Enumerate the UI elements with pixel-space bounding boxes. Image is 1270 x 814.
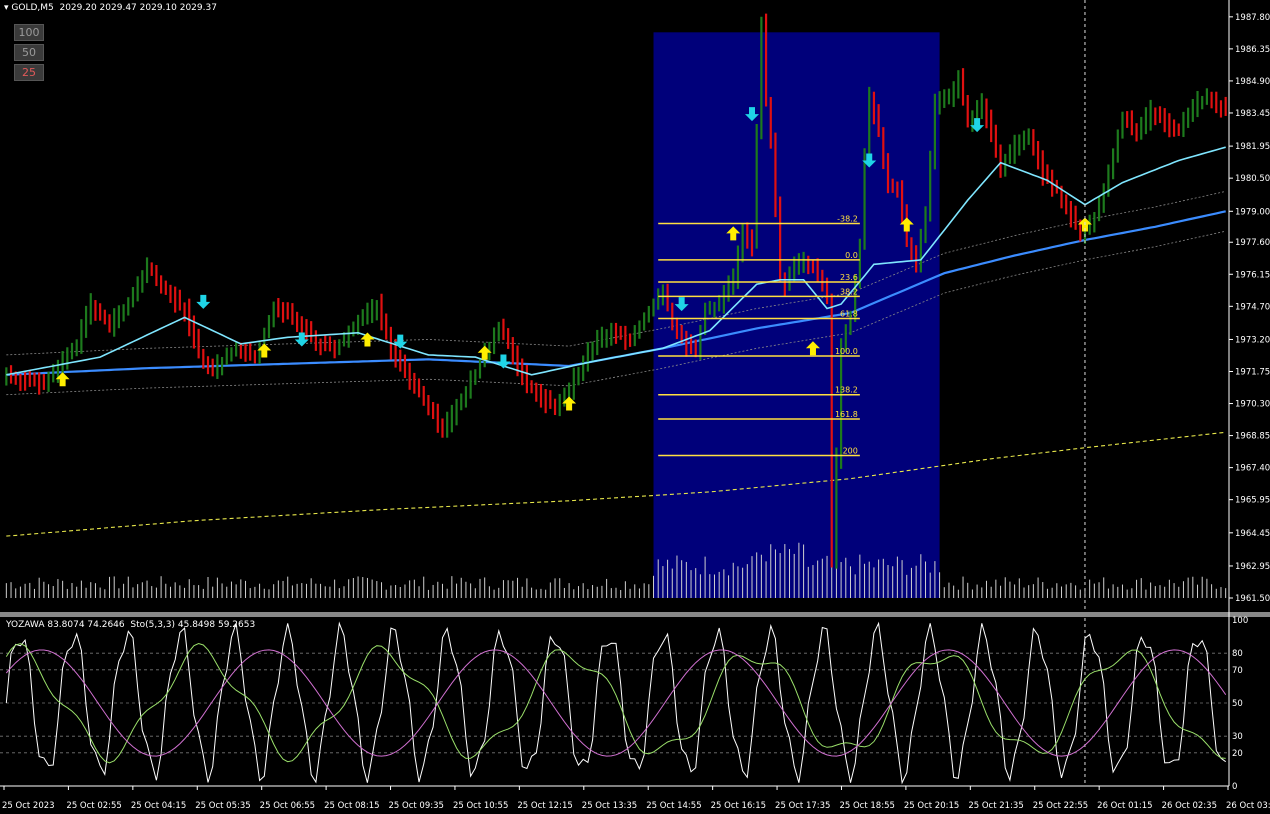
time-tick-label: 25 Oct 14:55	[646, 801, 701, 811]
time-tick-label: 25 Oct 21:35	[968, 801, 1023, 811]
oscillator-tick-label: 0	[1232, 782, 1237, 792]
time-tick-label: 25 Oct 10:55	[453, 801, 508, 811]
fib-level-label: 23.6	[840, 273, 858, 282]
time-tick-label: 25 Oct 12:15	[517, 801, 572, 811]
level-button-label: 100	[18, 26, 40, 39]
price-tick-label: 1970.30	[1235, 400, 1270, 410]
price-tick-label: 1965.95	[1235, 496, 1270, 506]
time-tick-label: 25 Oct 17:35	[775, 801, 830, 811]
arrow-down-icon	[196, 294, 211, 309]
price-tick-label: 1976.15	[1235, 270, 1270, 280]
time-tick-label: 25 Oct 22:55	[1033, 801, 1088, 811]
price-tick-label: 1964.45	[1235, 529, 1270, 539]
indicator-header: YOZAWA 83.8074 74.2646 Sto(5,3,3) 45.849…	[6, 620, 256, 630]
level-button-25[interactable]: 25	[14, 64, 44, 81]
price-tick-label: 1962.95	[1235, 562, 1270, 572]
time-tick-label: 26 Oct 01:15	[1097, 801, 1152, 811]
price-tick-label: 1984.90	[1235, 77, 1270, 87]
price-tick-label: 1986.35	[1235, 45, 1270, 55]
oscillator-tick-label: 80	[1232, 649, 1243, 659]
time-tick-label: 25 Oct 13:35	[582, 801, 637, 811]
ma-long-line	[6, 431, 1226, 537]
oscillator-tick-label: 70	[1232, 666, 1243, 676]
fib-level-label: 61.8	[840, 309, 858, 318]
time-tick-label: 25 Oct 20:15	[904, 801, 959, 811]
time-tick-label: 25 Oct 09:35	[389, 801, 444, 811]
dropdown-arrow-icon[interactable]: ▾	[4, 3, 9, 13]
price-tick-label: 1981.95	[1235, 142, 1270, 152]
time-tick-label: 26 Oct 03:55	[1226, 801, 1270, 811]
level-button-50[interactable]: 50	[14, 44, 44, 61]
fib-level-label: 100.0	[835, 347, 858, 356]
time-tick-label: 25 Oct 05:35	[195, 801, 250, 811]
price-tick-label: 1971.75	[1235, 368, 1270, 378]
time-tick-label: 25 Oct 2023	[2, 801, 55, 811]
price-tick-label: 1979.00	[1235, 207, 1270, 217]
time-tick-label: 26 Oct 02:35	[1162, 801, 1217, 811]
fib-level-label: 200	[843, 446, 858, 455]
time-tick-label: 25 Oct 04:15	[131, 801, 186, 811]
time-tick-label: 25 Oct 02:55	[66, 801, 121, 811]
price-tick-label: 1983.45	[1235, 109, 1270, 119]
oscillator-tick-label: 50	[1232, 699, 1243, 709]
level-button-label: 50	[22, 46, 36, 59]
price-tick-label: 1961.50	[1235, 594, 1270, 604]
price-tick-label: 1980.50	[1235, 174, 1270, 184]
fib-level-label: 161.8	[835, 410, 858, 419]
fib-level-label: -38.2	[837, 214, 858, 223]
time-tick-label: 25 Oct 08:15	[324, 801, 379, 811]
panel-separator	[0, 612, 1270, 617]
level-button-label: 25	[22, 66, 36, 79]
fib-level-label: 38.2	[840, 287, 858, 296]
level-button-100[interactable]: 100	[14, 24, 44, 41]
price-tick-label: 1968.85	[1235, 432, 1270, 442]
oscillator-tick-label: 100	[1232, 616, 1248, 626]
price-tick-label: 1967.40	[1235, 464, 1270, 474]
highlight-zone	[653, 32, 940, 598]
fib-level-label: 0.0	[845, 251, 858, 260]
oscillator-signal-line	[5, 649, 1227, 757]
price-tick-label: 1977.60	[1235, 238, 1270, 248]
oscillator-green-line	[5, 642, 1226, 764]
fib-level-label: 138.2	[835, 386, 858, 395]
time-tick-label: 25 Oct 16:15	[711, 801, 766, 811]
time-tick-label: 25 Oct 18:55	[839, 801, 894, 811]
price-tick-label: 1973.20	[1235, 335, 1270, 345]
time-tick-label: 25 Oct 06:55	[260, 801, 315, 811]
symbol-header: ▾ GOLD,M5 2029.20 2029.47 2029.10 2029.3…	[4, 3, 217, 13]
ma-slow-line	[6, 210, 1226, 376]
price-tick-label: 1987.80	[1235, 13, 1270, 23]
oscillator-main-line	[5, 621, 1226, 785]
symbol-ohlc: GOLD,M5 2029.20 2029.47 2029.10 2029.37	[11, 3, 217, 13]
chart-canvas[interactable]: -38.20.023.638.261.8100.0138.2161.820019…	[0, 0, 1270, 814]
oscillator-tick-label: 30	[1232, 732, 1243, 742]
price-tick-label: 1974.70	[1235, 302, 1270, 312]
oscillator-tick-label: 20	[1232, 749, 1243, 759]
arrow-down-icon	[496, 354, 511, 369]
